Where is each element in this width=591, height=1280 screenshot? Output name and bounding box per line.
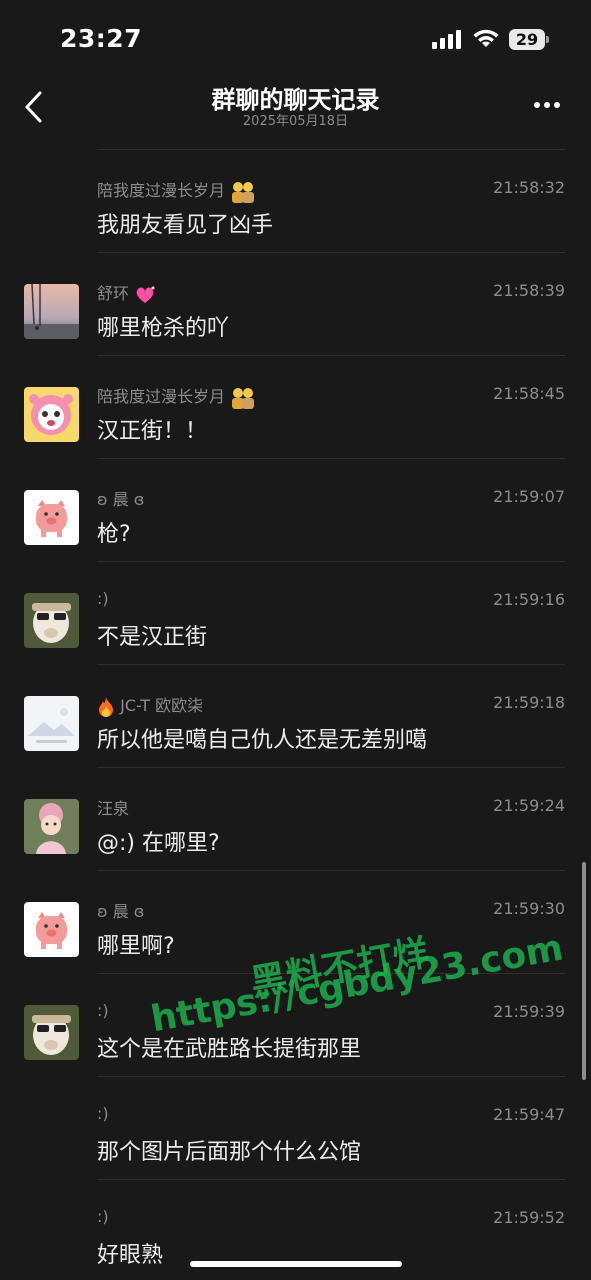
fire-emoji-icon xyxy=(99,696,113,717)
message-item[interactable]: :) 21:59:16 不是汉正街 xyxy=(0,561,591,664)
sender-name: :) xyxy=(97,1001,109,1020)
divider xyxy=(97,664,565,665)
avatar[interactable] xyxy=(24,284,79,339)
message-text: 不是汉正街 xyxy=(97,625,208,650)
message-text: 枪? xyxy=(97,522,131,547)
message-item[interactable]: 陪我度过漫长岁月 21:58:45 汉正街！！ xyxy=(0,355,591,458)
page-subtitle-date: 2025年05月18日 xyxy=(242,114,349,129)
message-time: 21:59:30 xyxy=(493,899,565,918)
message-time: 21:59:39 xyxy=(493,1002,565,1021)
status-time: 23:27 xyxy=(60,24,143,53)
avatar[interactable] xyxy=(24,490,79,545)
sender-name: ʚ 晨 ɞ xyxy=(97,902,145,921)
avatar[interactable] xyxy=(24,1005,79,1060)
home-indicator[interactable] xyxy=(190,1261,402,1267)
avatar[interactable] xyxy=(24,902,79,957)
message-time: 21:59:47 xyxy=(493,1105,565,1124)
divider xyxy=(97,252,565,253)
sender-name: 陪我度过漫长岁月 xyxy=(97,387,226,406)
divider xyxy=(97,355,565,356)
message-item[interactable]: 汪泉 21:59:24 @:) 在哪里? xyxy=(0,767,591,870)
sender-name: :) xyxy=(97,1104,109,1123)
divider xyxy=(97,1076,565,1077)
message-text: 好眼熟 xyxy=(97,1243,164,1268)
divider xyxy=(97,870,565,871)
avatar[interactable] xyxy=(24,387,79,442)
couple-emoji-icon xyxy=(232,387,255,409)
sender-name: 陪我度过漫长岁月 xyxy=(97,181,226,200)
message-time: 21:59:52 xyxy=(493,1208,565,1227)
message-time: 21:59:16 xyxy=(493,590,565,609)
avatar[interactable] xyxy=(24,799,79,854)
message-item[interactable]: JC-T 欧欧柒 21:59:18 所以他是噶自己仇人还是无差别噶 xyxy=(0,664,591,767)
message-text: 汉正街！！ xyxy=(97,419,208,444)
battery-icon: 29 xyxy=(509,29,549,50)
message-text: 哪里枪杀的吖 xyxy=(97,316,230,341)
more-options-icon[interactable] xyxy=(534,102,564,110)
message-time: 21:59:18 xyxy=(493,693,565,712)
sparkling-heart-icon xyxy=(136,286,155,303)
message-text: 哪里啊? xyxy=(97,934,175,959)
divider xyxy=(97,561,565,562)
battery-level: 29 xyxy=(515,30,539,49)
cellular-signal-icon xyxy=(432,30,461,49)
message-time: 21:58:32 xyxy=(493,178,565,197)
couple-emoji-icon xyxy=(232,181,255,203)
message-item[interactable]: 陪我度过漫长岁月 21:58:32 我朋友看见了凶手 xyxy=(0,149,591,252)
divider xyxy=(97,1179,565,1180)
avatar[interactable] xyxy=(24,696,79,751)
message-time: 21:58:39 xyxy=(493,281,565,300)
avatar[interactable] xyxy=(24,593,79,648)
message-item[interactable]: ʚ 晨 ɞ 21:59:07 枪? xyxy=(0,458,591,561)
message-time: 21:58:45 xyxy=(493,384,565,403)
message-text: 那个图片后面那个什么公馆 xyxy=(97,1140,362,1165)
message-text: 这个是在武胜路长提街那里 xyxy=(97,1037,362,1062)
status-bar: 23:27 29 xyxy=(0,0,591,78)
divider xyxy=(97,767,565,768)
sender-name: ʚ 晨 ɞ xyxy=(97,490,145,509)
sender-name: :) xyxy=(97,1207,109,1226)
nav-bar: 群聊的聊天记录 2025年05月18日 xyxy=(0,78,591,140)
divider xyxy=(97,458,565,459)
message-text: @:) 在哪里? xyxy=(97,831,220,856)
message-time: 21:59:24 xyxy=(493,796,565,815)
sender-name: 舒环 xyxy=(97,284,130,303)
message-item[interactable]: :) 21:59:47 那个图片后面那个什么公馆 xyxy=(0,1076,591,1179)
divider xyxy=(97,149,565,150)
message-item[interactable]: 舒环 21:58:39 哪里枪杀的吖 xyxy=(0,252,591,355)
message-text: 所以他是噶自己仇人还是无差别噶 xyxy=(97,728,428,753)
sender-name: :) xyxy=(97,589,109,608)
message-list[interactable]: 陪我度过漫长岁月 21:58:32 我朋友看见了凶手 舒环 21:58:39 哪… xyxy=(0,140,591,1280)
wifi-icon xyxy=(473,29,499,47)
message-text: 我朋友看见了凶手 xyxy=(97,213,274,238)
scrollbar[interactable] xyxy=(582,862,586,1080)
message-time: 21:59:07 xyxy=(493,487,565,506)
sender-name: 汪泉 xyxy=(97,799,130,818)
sender-name: JC-T 欧欧柒 xyxy=(120,696,204,715)
